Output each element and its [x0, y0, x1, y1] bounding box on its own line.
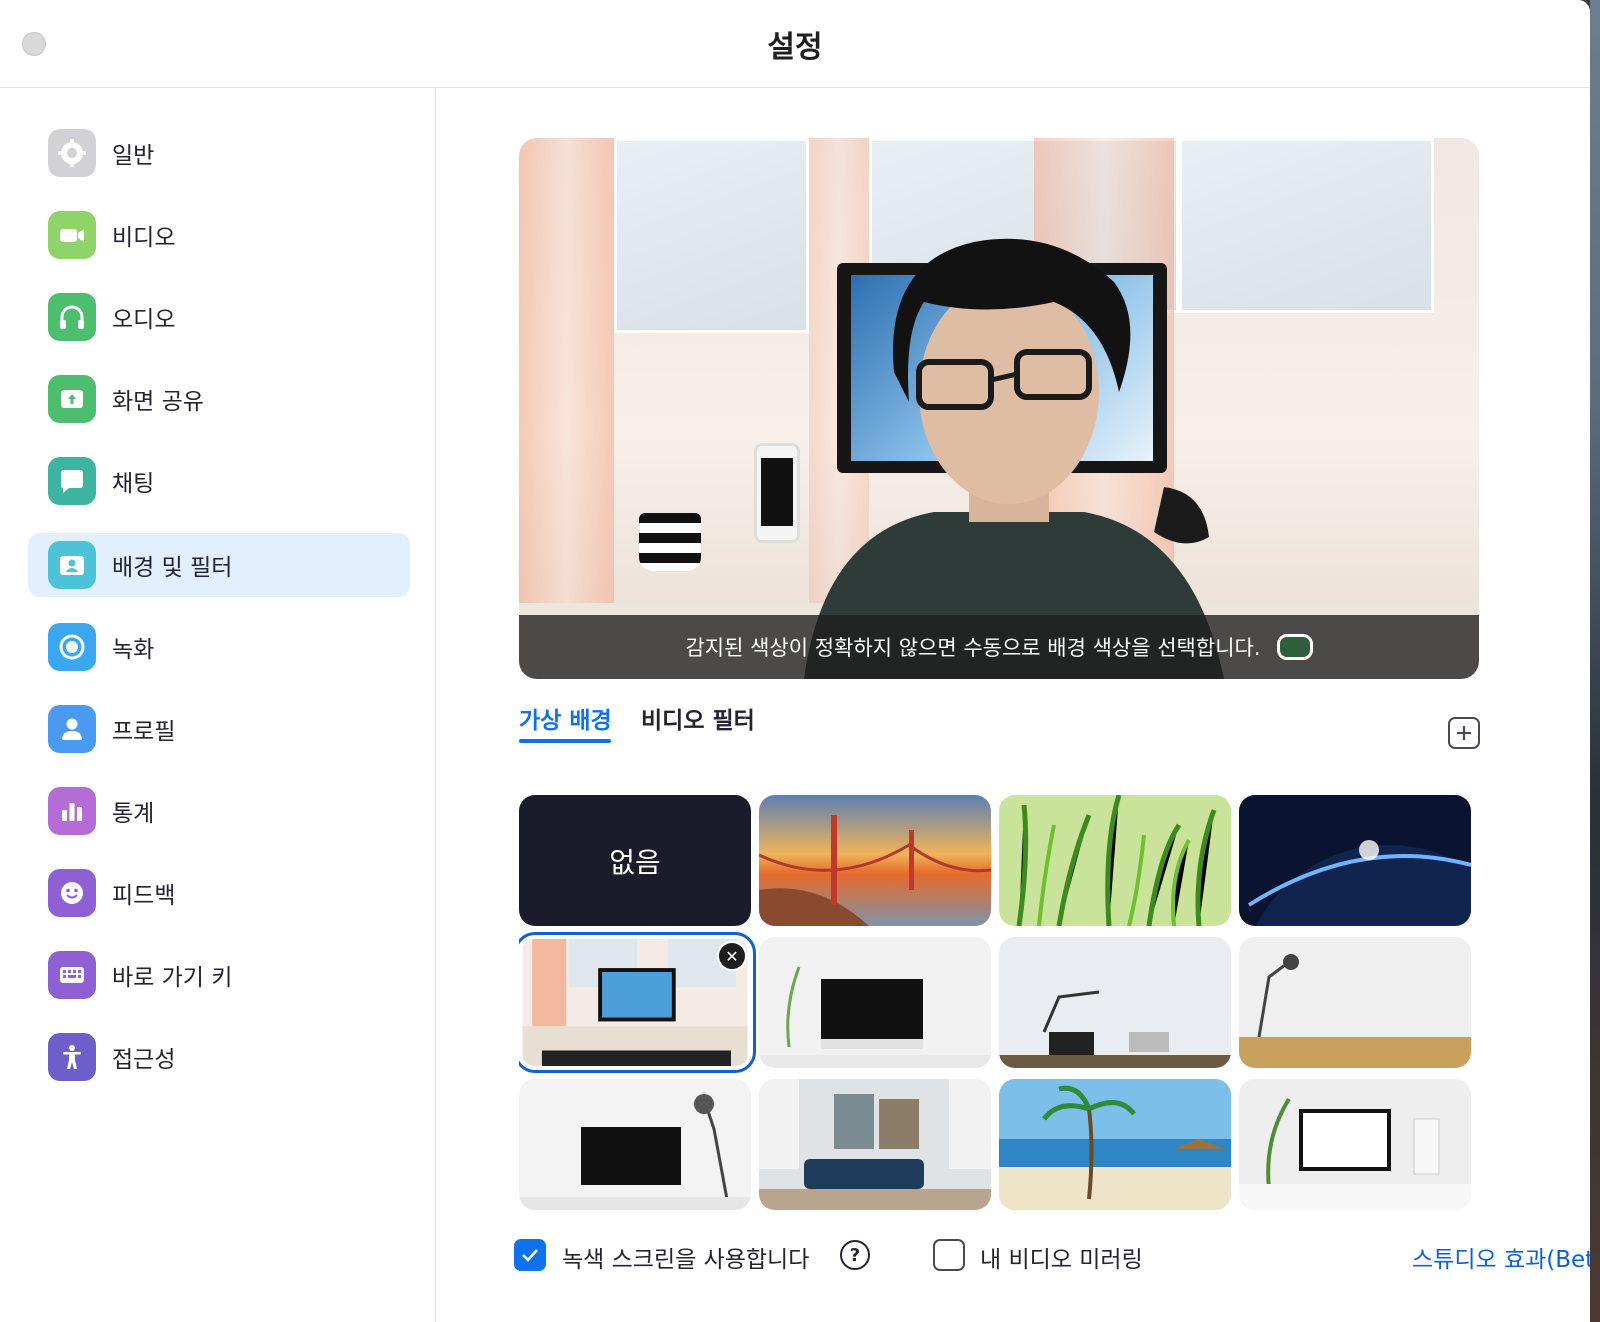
background-portrait-icon	[48, 541, 96, 589]
sidebar-item-label: 화면 공유	[112, 389, 204, 415]
background-desk-lamp[interactable]	[999, 937, 1231, 1068]
sidebar-item-audio[interactable]: 오디오	[28, 285, 410, 349]
add-background-button[interactable]	[1448, 717, 1480, 749]
sidebar-item-share-screen[interactable]: 화면 공유	[28, 367, 410, 431]
profile-icon	[48, 705, 96, 753]
sidebar-item-label: 녹화	[112, 637, 155, 663]
sidebar: 일반 비디오 오디오 화면 공유 채팅 배경 및 필터 녹화 프로필 통계 피드…	[0, 89, 436, 1322]
help-icon[interactable]: ?	[840, 1240, 870, 1270]
caption-text: 감지된 색상이 정확하지 않으면 수동으로 배경 색상을 선택합니다.	[685, 636, 1261, 660]
headphones-icon	[48, 293, 96, 341]
studio-effects-link[interactable]: 스튜디오 효과(Beta)	[1412, 1240, 1590, 1274]
background-beach[interactable]	[999, 1079, 1231, 1210]
background-color-swatch[interactable]	[1276, 634, 1313, 660]
mirror-video-checkbox[interactable]	[933, 1239, 965, 1271]
bar-chart-icon	[48, 787, 96, 835]
background-none[interactable]: 없음	[519, 795, 751, 926]
sidebar-item-feedback[interactable]: 피드백	[28, 861, 410, 925]
background-desk-window[interactable]: ✕	[519, 932, 756, 1073]
background-golden-gate[interactable]	[759, 795, 991, 926]
settings-window: 설정 일반 비디오 오디오 화면 공유 채팅 배경 및 필터 녹화 프로필 통계…	[0, 0, 1590, 1322]
sidebar-item-label: 프로필	[112, 719, 176, 745]
checkmark-icon	[522, 1249, 538, 1262]
sidebar-item-label: 일반	[112, 143, 155, 169]
background-earth-space[interactable]	[1239, 795, 1471, 926]
mirror-video-label: 내 비디오 미러링	[980, 1247, 1143, 1273]
sidebar-item-profile[interactable]: 프로필	[28, 697, 410, 761]
sidebar-item-recording[interactable]: 녹화	[28, 615, 410, 679]
tab-virtual-background[interactable]: 가상 배경	[519, 701, 612, 735]
green-screen-label: 녹색 스크린을 사용합니다	[562, 1247, 810, 1273]
remove-background-button[interactable]: ✕	[717, 941, 747, 971]
background-grid: 없음 ✕	[519, 795, 1479, 1219]
sidebar-item-label: 배경 및 필터	[112, 555, 233, 581]
window-title: 설정	[767, 30, 823, 65]
record-icon	[48, 623, 96, 671]
sidebar-item-shortcuts[interactable]: 바로 가기 키	[28, 943, 410, 1007]
sidebar-item-label: 접근성	[112, 1047, 176, 1073]
background-none-label: 없음	[609, 845, 661, 879]
keyboard-icon	[48, 951, 96, 999]
sidebar-item-label: 피드백	[112, 883, 176, 909]
plus-icon	[1457, 726, 1471, 740]
title-bar: 설정	[0, 0, 1590, 88]
background-living-room[interactable]	[759, 1079, 991, 1210]
background-wood-desk-lamp[interactable]	[1239, 937, 1471, 1068]
sidebar-item-label: 오디오	[112, 307, 176, 333]
background-white-imac[interactable]	[759, 937, 991, 1068]
chat-bubble-icon	[48, 457, 96, 505]
background-imac-lamp[interactable]	[519, 1079, 751, 1210]
tab-video-filter[interactable]: 비디오 필터	[641, 701, 755, 735]
green-screen-checkbox[interactable]	[514, 1239, 546, 1271]
share-screen-icon	[48, 375, 96, 423]
footer-options: 녹색 스크린을 사용합니다 ? 내 비디오 미러링 스튜디오 효과(Beta)	[514, 1236, 1590, 1276]
background-grass[interactable]	[999, 795, 1231, 926]
active-tab-indicator	[519, 739, 611, 743]
accessibility-icon	[48, 1033, 96, 1081]
sidebar-item-background-filters[interactable]: 배경 및 필터	[28, 533, 410, 597]
sidebar-item-video[interactable]: 비디오	[28, 203, 410, 267]
sidebar-item-statistics[interactable]: 통계	[28, 779, 410, 843]
video-camera-icon	[48, 211, 96, 259]
sidebar-item-label: 통계	[112, 801, 155, 827]
sidebar-item-label: 채팅	[112, 471, 155, 497]
video-preview: 감지된 색상이 정확하지 않으면 수동으로 배경 색상을 선택합니다.	[519, 138, 1479, 679]
sidebar-item-accessibility[interactable]: 접근성	[28, 1025, 410, 1089]
background-desktop-edge	[1590, 0, 1600, 1322]
smiley-icon	[48, 869, 96, 917]
color-caption-bar: 감지된 색상이 정확하지 않으면 수동으로 배경 색상을 선택합니다.	[519, 615, 1479, 679]
sidebar-item-label: 바로 가기 키	[112, 965, 233, 991]
background-plant-monitor[interactable]	[1239, 1079, 1471, 1210]
sidebar-item-label: 비디오	[112, 225, 176, 251]
sidebar-item-chat[interactable]: 채팅	[28, 449, 410, 513]
main-content: 감지된 색상이 정확하지 않으면 수동으로 배경 색상을 선택합니다. 가상 배…	[437, 89, 1590, 1322]
sidebar-item-general[interactable]: 일반	[28, 121, 410, 185]
gear-icon	[48, 129, 96, 177]
